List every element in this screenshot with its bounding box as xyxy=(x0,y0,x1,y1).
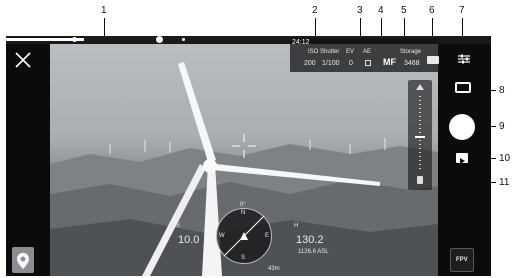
ev-label: EV xyxy=(346,49,355,55)
compass-west: W xyxy=(219,233,225,239)
compass-south: S xyxy=(241,255,246,261)
focus-mode-value[interactable]: MF xyxy=(383,57,396,67)
ev-value: 0 xyxy=(349,60,353,67)
camera-view-screen: 24:12 ISO Shutter EV AE Storage 200 1/10… xyxy=(6,36,491,276)
shutter-button[interactable] xyxy=(449,114,475,140)
flight-mode-icon[interactable] xyxy=(15,52,31,68)
callout-6: 6 xyxy=(429,5,435,16)
fpv-button[interactable]: FPV xyxy=(450,248,474,272)
iso-value: 200 xyxy=(304,60,316,67)
storage-value: 3468 xyxy=(404,60,420,67)
callout-8: 8 xyxy=(499,85,505,96)
center-crosshair xyxy=(232,134,256,158)
tripod-icon[interactable] xyxy=(417,176,423,184)
asl-value: 1126.6 ASL xyxy=(298,249,329,255)
callout-3: 3 xyxy=(357,5,363,16)
gimbal-slider[interactable] xyxy=(408,80,432,190)
camera-icon[interactable] xyxy=(427,56,439,64)
iso-label: ISO xyxy=(308,49,319,55)
mountain-icon xyxy=(416,84,424,90)
waypoint-marker xyxy=(182,38,185,41)
h-speed-value: 10.0 xyxy=(178,234,200,246)
heading-value: 0° xyxy=(240,202,246,208)
compass-attitude-indicator: N W E S xyxy=(216,208,272,264)
distance-value: 43m xyxy=(268,266,280,272)
playback-button[interactable] xyxy=(456,153,468,164)
callout-9: 9 xyxy=(499,121,505,132)
slider-thumb[interactable] xyxy=(415,136,425,138)
turbine-hub xyxy=(203,159,217,173)
altitude-label: H xyxy=(294,223,299,229)
settings-sliders-icon[interactable] xyxy=(458,54,470,64)
callout-11: 11 xyxy=(499,177,510,188)
callout-7: 7 xyxy=(459,5,465,16)
slider-scale xyxy=(419,96,421,172)
battery-time: 24:12 xyxy=(292,39,310,46)
h-speed-label: H.S xyxy=(170,223,181,229)
shutter-label: Shutter xyxy=(320,49,340,55)
callout-4: 4 xyxy=(378,5,384,16)
callout-1: 1 xyxy=(101,5,107,16)
fpv-label: FPV xyxy=(456,257,468,263)
ae-lock-icon[interactable] xyxy=(365,60,371,66)
camera-settings-panel[interactable]: 24:12 ISO Shutter EV AE Storage 200 1/10… xyxy=(290,38,440,72)
callout-10: 10 xyxy=(499,153,511,164)
shutter-value: 1/100 xyxy=(322,60,340,67)
home-point-marker xyxy=(156,36,163,43)
ae-label: AE xyxy=(363,49,372,55)
altitude-value: 130.2 xyxy=(296,234,324,246)
turbine-blade-1 xyxy=(178,62,216,162)
progress-marker xyxy=(72,37,77,42)
compass-east: E xyxy=(265,233,270,239)
compass-north: N xyxy=(241,210,246,216)
play-icon xyxy=(460,158,465,164)
photo-video-toggle-button[interactable] xyxy=(455,82,471,93)
map-pin-icon xyxy=(17,253,29,269)
callout-5: 5 xyxy=(401,5,407,16)
storage-label: Storage xyxy=(400,49,422,55)
map-thumbnail[interactable] xyxy=(12,247,34,273)
callout-2: 2 xyxy=(312,5,318,16)
